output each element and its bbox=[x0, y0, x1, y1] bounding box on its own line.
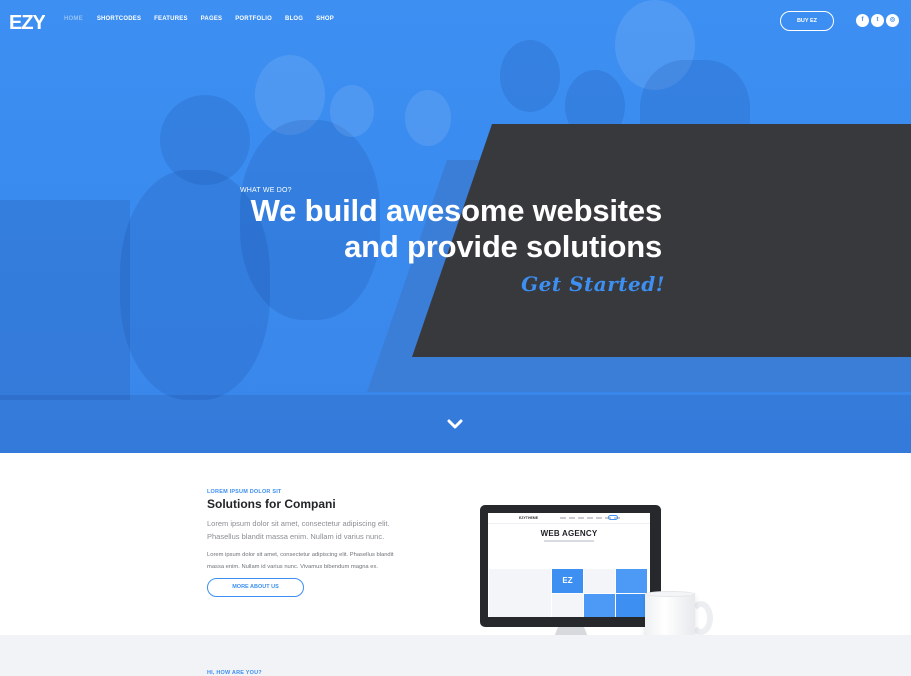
next-eyebrow: HI, HOW ARE YOU? bbox=[207, 670, 262, 676]
mockup-tile bbox=[489, 569, 551, 617]
monitor-mockup: EZYTHEME WEB AGENCY EZ bbox=[480, 505, 661, 627]
mockup-tile bbox=[552, 594, 583, 617]
mockup-tile bbox=[616, 569, 647, 593]
hero-headline: We build awesome websites and provide so… bbox=[240, 193, 663, 265]
mockup-headline: WEB AGENCY bbox=[540, 529, 598, 538]
mockup-header: EZYTHEME bbox=[488, 513, 650, 524]
main-menu: Home Shortcodes Features Pages Portfolio… bbox=[64, 16, 347, 22]
monitor-screen: EZYTHEME WEB AGENCY EZ bbox=[488, 513, 650, 617]
top-navigation: EZY Home Shortcodes Features Pages Portf… bbox=[0, 0, 911, 42]
chevron-down-icon[interactable] bbox=[447, 417, 463, 431]
brand-logo[interactable]: EZY bbox=[9, 8, 48, 34]
hero-headline-line: We build awesome websites bbox=[250, 193, 663, 228]
get-started-link[interactable]: Get Started! bbox=[464, 272, 665, 296]
menu-item-portfolio[interactable]: Portfolio bbox=[235, 16, 272, 22]
background-monitor-shape bbox=[0, 200, 130, 400]
menu-item-blog[interactable]: Blog bbox=[285, 16, 303, 22]
svg-text:EZY: EZY bbox=[9, 12, 45, 34]
background-person-shape bbox=[330, 85, 374, 137]
facebook-icon[interactable]: f bbox=[856, 14, 869, 27]
menu-item-pages[interactable]: Pages bbox=[201, 16, 223, 22]
next-section: HI, HOW ARE YOU? bbox=[0, 635, 911, 676]
mockup-logo: EZYTHEME bbox=[519, 516, 539, 520]
about-lead-text: Lorem ipsum dolor sit amet, consectetur … bbox=[207, 519, 390, 541]
about-body-text: Lorem ipsum dolor sit amet, consectetur … bbox=[207, 552, 394, 570]
about-section: LOREM IPSUM DOLOR SIT Solutions for Comp… bbox=[0, 453, 911, 648]
instagram-icon[interactable]: ◎ bbox=[886, 14, 899, 27]
menu-item-home[interactable]: Home bbox=[64, 16, 83, 22]
hero-headline-line: and provide solutions bbox=[344, 229, 662, 264]
mockup-tile bbox=[584, 594, 615, 617]
background-person-shape bbox=[405, 90, 451, 146]
mockup-tile bbox=[616, 594, 647, 617]
about-eyebrow: LOREM IPSUM DOLOR SIT bbox=[207, 489, 282, 495]
menu-item-shortcodes[interactable]: Shortcodes bbox=[97, 16, 141, 22]
more-about-us-button[interactable]: MORE ABOUT US bbox=[207, 578, 304, 597]
background-person-shape bbox=[500, 40, 560, 112]
twitter-icon[interactable]: t bbox=[871, 14, 884, 27]
mug-rim bbox=[645, 591, 695, 597]
mockup-tile-ez: EZ bbox=[552, 569, 583, 593]
mockup-subline bbox=[544, 540, 594, 542]
menu-item-features[interactable]: Features bbox=[154, 16, 188, 22]
buy-button[interactable]: BUY EZ bbox=[780, 11, 834, 31]
menu-item-shop[interactable]: Shop bbox=[316, 16, 334, 22]
about-title: Solutions for Compani bbox=[207, 497, 336, 511]
hero-section: EZY Home Shortcodes Features Pages Portf… bbox=[0, 0, 911, 453]
mockup-button bbox=[608, 515, 618, 520]
mockup-tile bbox=[584, 569, 615, 593]
